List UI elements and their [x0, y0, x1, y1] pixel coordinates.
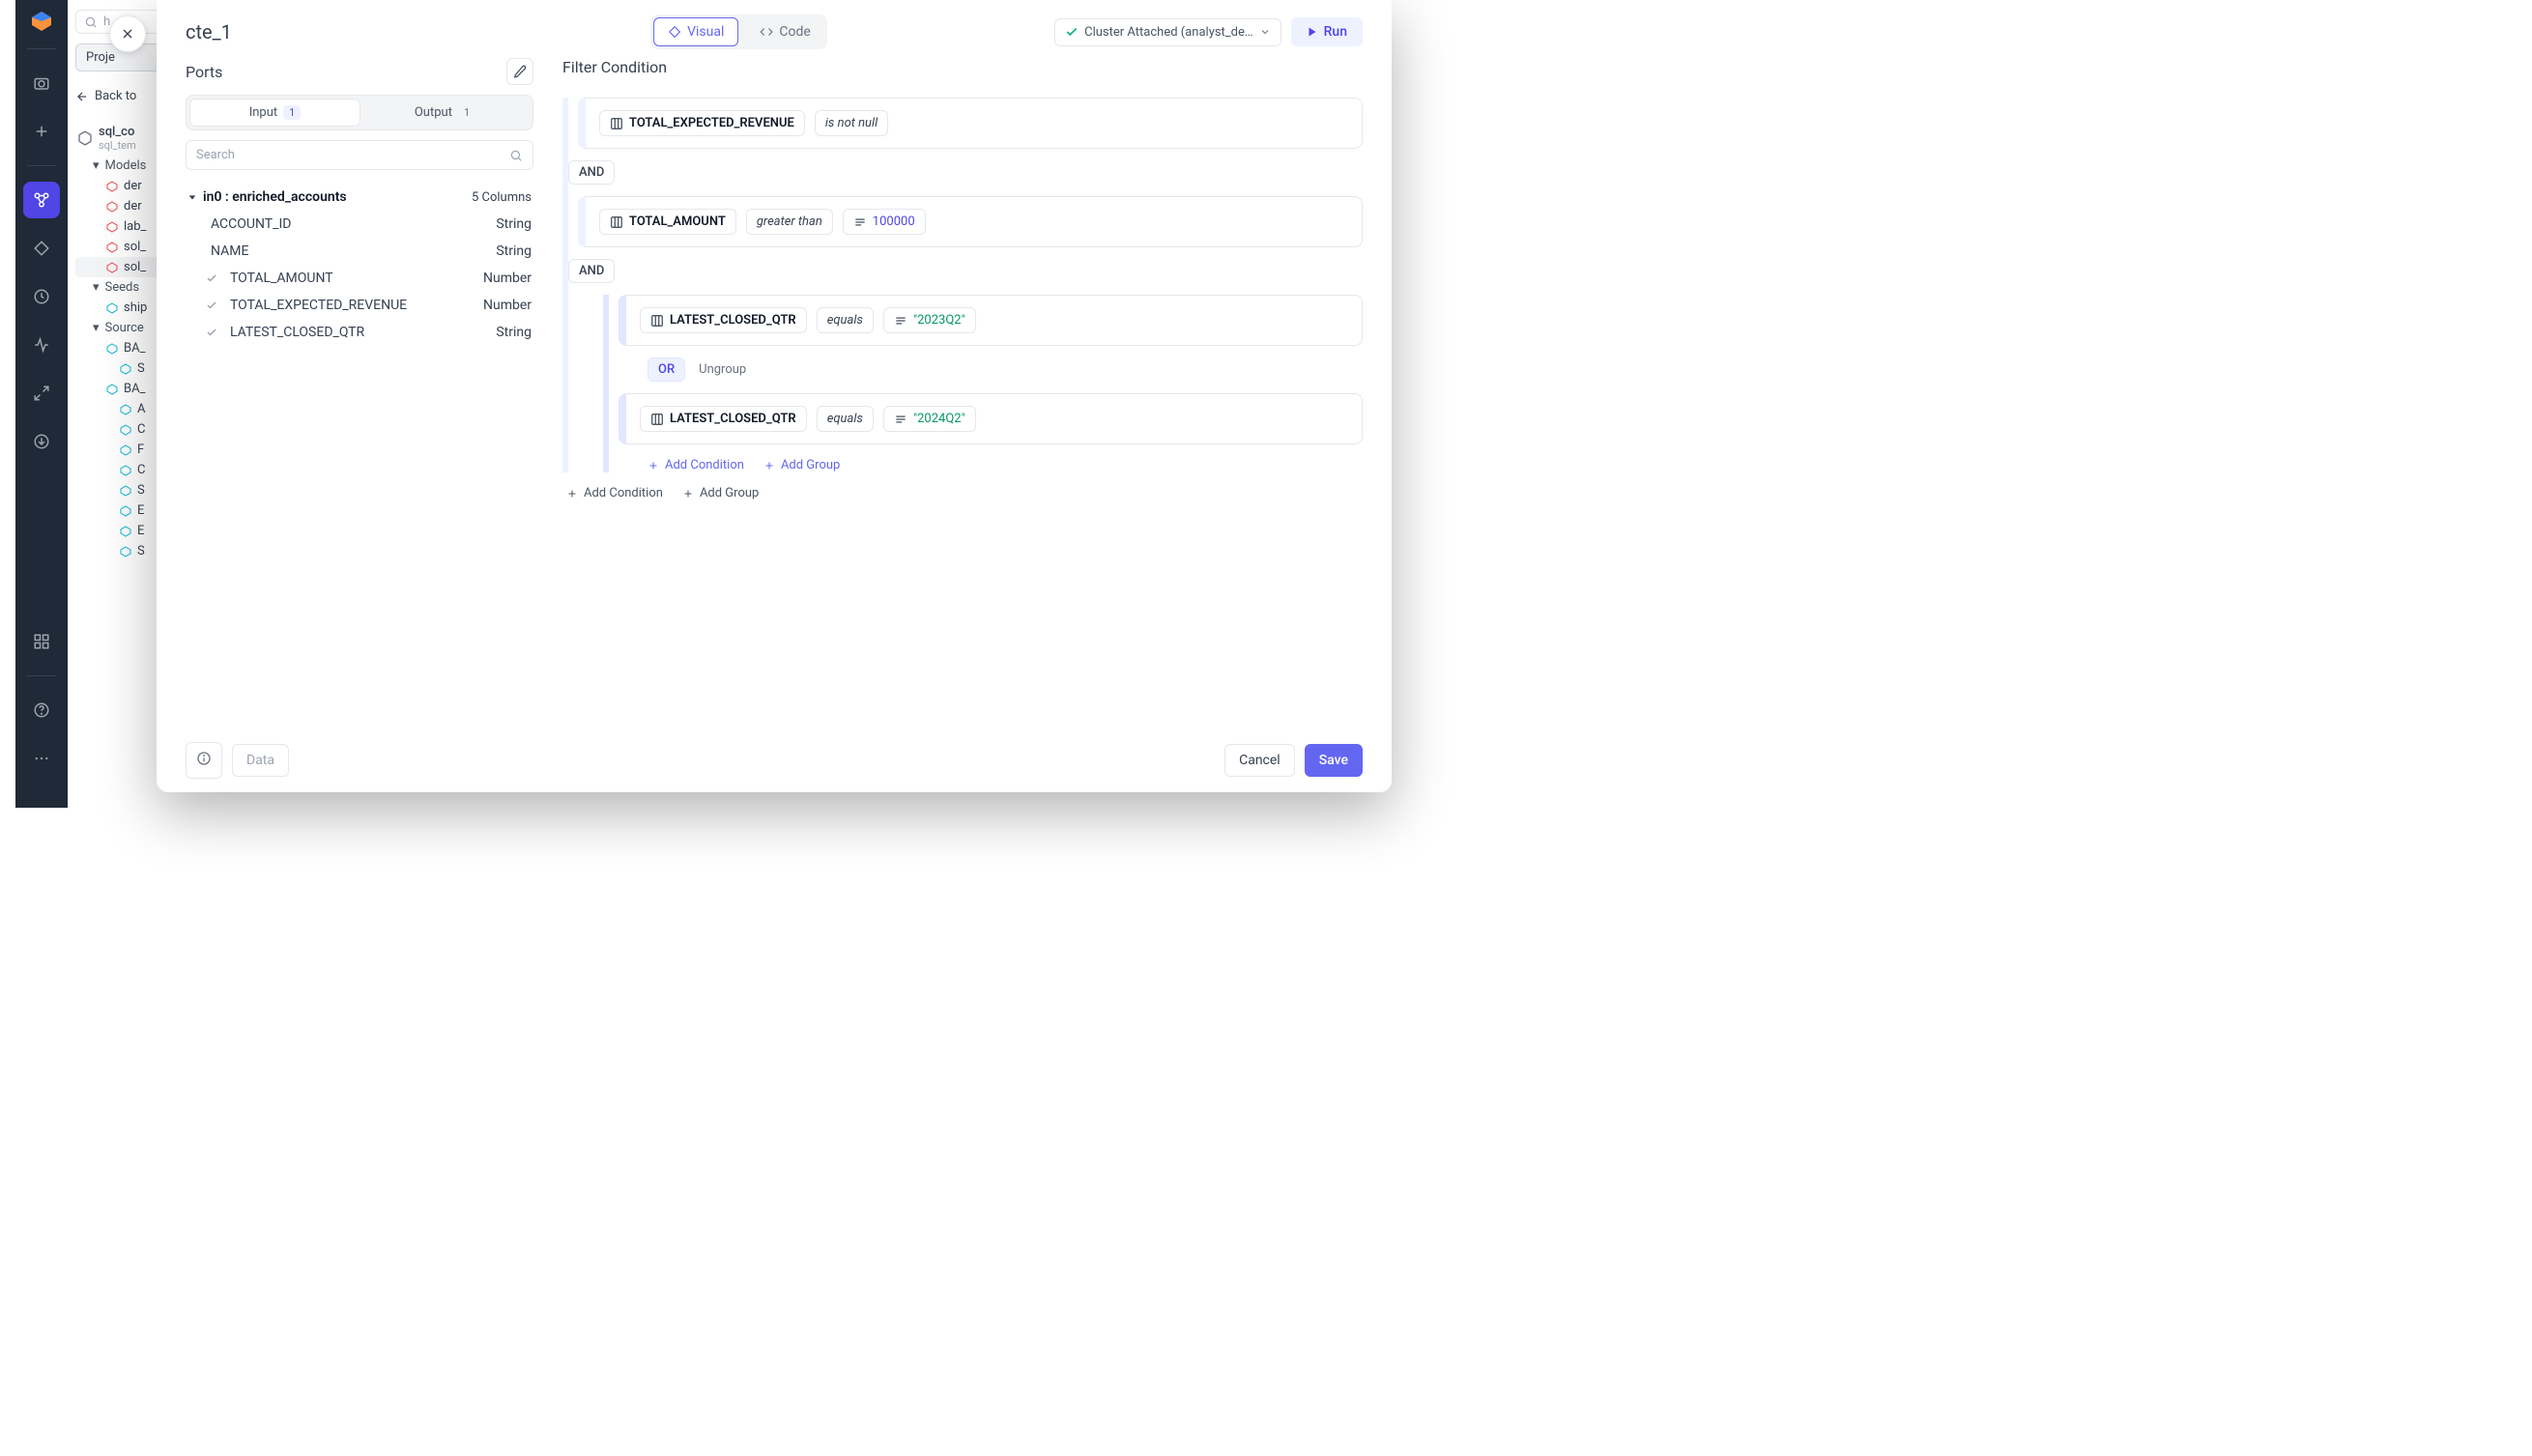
- clock-icon[interactable]: [23, 278, 60, 315]
- cluster-selector[interactable]: Cluster Attached (analyst_de…: [1054, 18, 1280, 46]
- code-tab[interactable]: Code: [746, 17, 823, 46]
- cancel-button[interactable]: Cancel: [1224, 744, 1295, 777]
- logic-and[interactable]: AND: [568, 160, 615, 185]
- add-group[interactable]: Add Group: [682, 486, 759, 500]
- logic-or[interactable]: OR: [647, 357, 685, 382]
- value-chip[interactable]: "2023Q2": [883, 307, 976, 333]
- logic-and[interactable]: AND: [568, 259, 615, 283]
- modal-footer: Data Cancel Save: [157, 728, 1392, 792]
- close-button[interactable]: [109, 15, 146, 52]
- view-mode-tabs: Visual Code: [650, 14, 827, 49]
- camera-icon[interactable]: [23, 65, 60, 101]
- plus-icon[interactable]: [23, 113, 60, 150]
- info-button[interactable]: [186, 742, 222, 779]
- column-chip[interactable]: LATEST_CLOSED_QTR: [640, 406, 807, 432]
- operator-chip[interactable]: greater than: [746, 209, 833, 235]
- diamond-icon[interactable]: [23, 230, 60, 267]
- modal-header: cte_1 Visual Code Cluster Attached (anal…: [157, 0, 1392, 54]
- condition-row[interactable]: LATEST_CLOSED_QTR equals "2024Q2": [619, 393, 1363, 444]
- operator-chip[interactable]: is not null: [815, 110, 888, 136]
- port-header[interactable]: in0 : enriched_accounts 5 Columns: [186, 184, 533, 211]
- column-row[interactable]: LATEST_CLOSED_QTR String: [186, 319, 533, 346]
- column-row[interactable]: NAME String: [186, 238, 533, 265]
- operator-chip[interactable]: equals: [817, 307, 874, 333]
- workflow-icon[interactable]: [23, 182, 60, 218]
- add-condition-nested[interactable]: Add Condition: [647, 458, 744, 472]
- filter-title: Filter Condition: [562, 58, 1363, 76]
- ungroup-button[interactable]: Ungroup: [699, 362, 746, 377]
- visual-tab[interactable]: Visual: [653, 17, 738, 46]
- value-chip[interactable]: 100000: [843, 209, 926, 235]
- app-logo: [30, 10, 53, 33]
- data-button[interactable]: Data: [232, 744, 289, 777]
- run-button[interactable]: Run: [1291, 17, 1363, 46]
- filter-panel: Filter Condition TOTAL_EXPECTED_REVENUE …: [551, 54, 1392, 728]
- filter-group-nested: LATEST_CLOSED_QTR equals "2023Q2" OR Ung…: [603, 295, 1363, 472]
- activity-icon[interactable]: [23, 327, 60, 363]
- more-icon[interactable]: [23, 740, 60, 777]
- column-row[interactable]: ACCOUNT_ID String: [186, 211, 533, 238]
- column-chip[interactable]: TOTAL_EXPECTED_REVENUE: [599, 110, 805, 136]
- output-tab[interactable]: Output 1: [360, 99, 530, 127]
- value-chip[interactable]: "2024Q2": [883, 406, 976, 432]
- ports-panel: Ports Input 1 Output 1 Search: [157, 54, 551, 728]
- add-group-nested[interactable]: Add Group: [763, 458, 840, 472]
- expand-icon[interactable]: [23, 375, 60, 412]
- column-row[interactable]: TOTAL_AMOUNT Number: [186, 265, 533, 292]
- filter-modal: cte_1 Visual Code Cluster Attached (anal…: [157, 0, 1392, 792]
- edit-ports-button[interactable]: [506, 58, 533, 85]
- column-chip[interactable]: TOTAL_AMOUNT: [599, 209, 736, 235]
- column-count: 5 Columns: [472, 190, 532, 205]
- add-condition[interactable]: Add Condition: [566, 486, 663, 500]
- condition-row[interactable]: LATEST_CLOSED_QTR equals "2023Q2": [619, 295, 1363, 346]
- column-search[interactable]: Search: [186, 140, 533, 170]
- help-icon[interactable]: [23, 692, 60, 728]
- condition-row[interactable]: TOTAL_EXPECTED_REVENUE is not null: [578, 98, 1363, 149]
- column-chip[interactable]: LATEST_CLOSED_QTR: [640, 307, 807, 333]
- filter-group-root: TOTAL_EXPECTED_REVENUE is not null AND T…: [562, 98, 1363, 472]
- input-tab[interactable]: Input 1: [189, 99, 360, 127]
- save-button[interactable]: Save: [1305, 744, 1363, 777]
- io-toggle: Input 1 Output 1: [186, 95, 533, 130]
- ports-title: Ports: [186, 63, 222, 81]
- condition-row[interactable]: TOTAL_AMOUNT greater than 100000: [578, 196, 1363, 247]
- grid-icon[interactable]: [23, 623, 60, 660]
- left-iconbar: [15, 0, 68, 808]
- column-row[interactable]: TOTAL_EXPECTED_REVENUE Number: [186, 292, 533, 319]
- modal-title: cte_1: [186, 20, 232, 43]
- operator-chip[interactable]: equals: [817, 406, 874, 432]
- download-icon[interactable]: [23, 423, 60, 460]
